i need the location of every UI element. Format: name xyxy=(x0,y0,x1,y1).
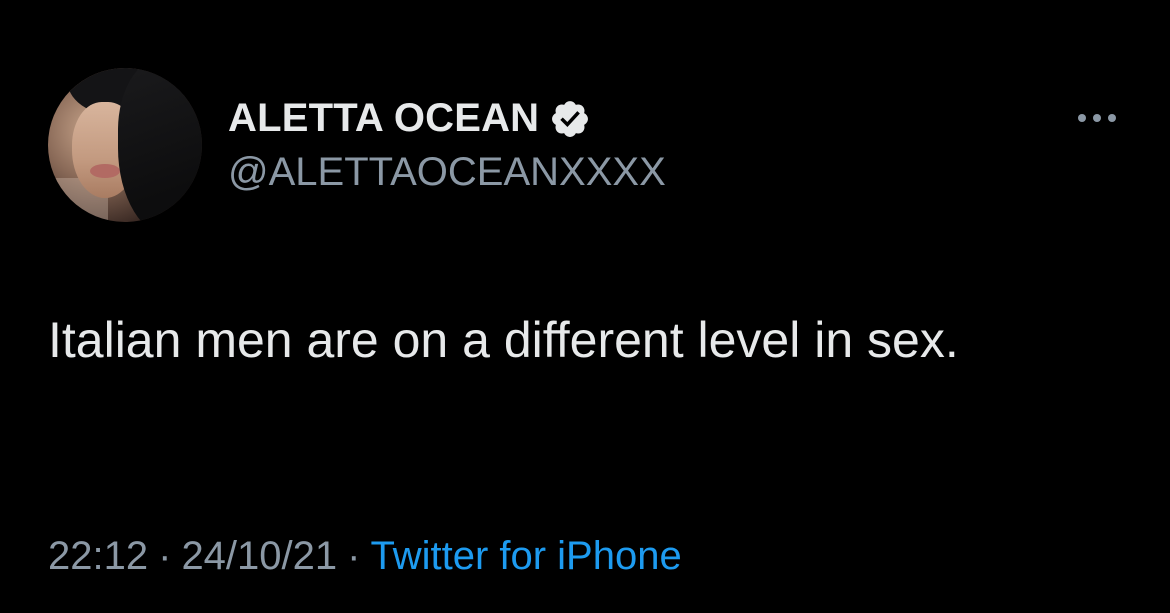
avatar[interactable] xyxy=(48,68,202,222)
tweet-source-link[interactable]: Twitter for iPhone xyxy=(370,534,681,578)
tweet-date[interactable]: 24/10/21 xyxy=(181,534,337,578)
tweet-time[interactable]: 22:12 xyxy=(48,534,148,578)
avatar-hair xyxy=(118,68,202,222)
tweet-card: ALETTA OCEAN @ALETTAOCEANXXXX Italian me… xyxy=(0,0,1170,613)
tweet-text: Italian men are on a different level in … xyxy=(48,312,959,368)
meta-separator: · xyxy=(347,534,361,578)
avatar-lips xyxy=(90,164,120,178)
username[interactable]: @ALETTAOCEANXXXX xyxy=(228,150,666,195)
display-name[interactable]: ALETTA OCEAN xyxy=(228,96,591,141)
meta-separator: · xyxy=(158,534,172,578)
verified-badge-icon xyxy=(552,100,589,137)
display-name-text: ALETTA OCEAN xyxy=(228,96,540,140)
tweet-metadata: 22:12 · 24/10/21 · Twitter for iPhone xyxy=(48,534,682,579)
more-options-icon[interactable] xyxy=(1074,108,1120,128)
